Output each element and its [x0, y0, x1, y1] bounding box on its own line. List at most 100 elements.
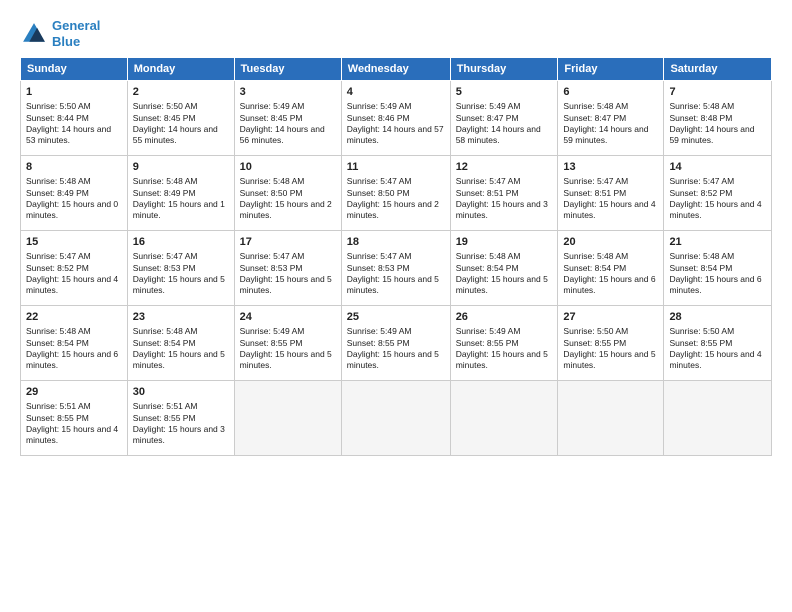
day-info: Sunrise: 5:49 AMSunset: 8:55 PMDaylight:… [240, 326, 336, 372]
logo-icon [20, 20, 48, 48]
day-number: 3 [240, 85, 336, 100]
table-row: 4Sunrise: 5:49 AMSunset: 8:46 PMDaylight… [341, 81, 450, 156]
day-info: Sunrise: 5:47 AMSunset: 8:51 PMDaylight:… [563, 176, 658, 222]
day-info: Sunrise: 5:47 AMSunset: 8:53 PMDaylight:… [133, 251, 229, 297]
table-row: 30Sunrise: 5:51 AMSunset: 8:55 PMDayligh… [127, 381, 234, 456]
calendar-row: 29Sunrise: 5:51 AMSunset: 8:55 PMDayligh… [21, 381, 772, 456]
day-number: 11 [347, 160, 445, 175]
day-info: Sunrise: 5:50 AMSunset: 8:55 PMDaylight:… [669, 326, 766, 372]
day-info: Sunrise: 5:48 AMSunset: 8:48 PMDaylight:… [669, 101, 766, 147]
table-row: 24Sunrise: 5:49 AMSunset: 8:55 PMDayligh… [234, 306, 341, 381]
day-info: Sunrise: 5:48 AMSunset: 8:49 PMDaylight:… [26, 176, 122, 222]
table-row: 3Sunrise: 5:49 AMSunset: 8:45 PMDaylight… [234, 81, 341, 156]
day-info: Sunrise: 5:48 AMSunset: 8:54 PMDaylight:… [26, 326, 122, 372]
table-row [558, 381, 664, 456]
col-wednesday: Wednesday [341, 58, 450, 81]
day-info: Sunrise: 5:49 AMSunset: 8:47 PMDaylight:… [456, 101, 553, 147]
day-info: Sunrise: 5:48 AMSunset: 8:54 PMDaylight:… [669, 251, 766, 297]
day-number: 7 [669, 85, 766, 100]
table-row: 6Sunrise: 5:48 AMSunset: 8:47 PMDaylight… [558, 81, 664, 156]
table-row: 12Sunrise: 5:47 AMSunset: 8:51 PMDayligh… [450, 156, 558, 231]
table-row: 9Sunrise: 5:48 AMSunset: 8:49 PMDaylight… [127, 156, 234, 231]
col-tuesday: Tuesday [234, 58, 341, 81]
table-row: 2Sunrise: 5:50 AMSunset: 8:45 PMDaylight… [127, 81, 234, 156]
day-number: 25 [347, 310, 445, 325]
day-number: 20 [563, 235, 658, 250]
day-info: Sunrise: 5:48 AMSunset: 8:54 PMDaylight:… [456, 251, 553, 297]
logo-line1: General [52, 18, 100, 33]
table-row: 19Sunrise: 5:48 AMSunset: 8:54 PMDayligh… [450, 231, 558, 306]
calendar-row: 8Sunrise: 5:48 AMSunset: 8:49 PMDaylight… [21, 156, 772, 231]
logo: General Blue [20, 18, 100, 49]
table-row [234, 381, 341, 456]
table-row: 22Sunrise: 5:48 AMSunset: 8:54 PMDayligh… [21, 306, 128, 381]
day-number: 30 [133, 385, 229, 400]
table-row [341, 381, 450, 456]
day-number: 17 [240, 235, 336, 250]
table-row: 18Sunrise: 5:47 AMSunset: 8:53 PMDayligh… [341, 231, 450, 306]
table-row: 26Sunrise: 5:49 AMSunset: 8:55 PMDayligh… [450, 306, 558, 381]
day-number: 29 [26, 385, 122, 400]
day-number: 4 [347, 85, 445, 100]
table-row: 14Sunrise: 5:47 AMSunset: 8:52 PMDayligh… [664, 156, 772, 231]
table-row: 28Sunrise: 5:50 AMSunset: 8:55 PMDayligh… [664, 306, 772, 381]
table-row: 16Sunrise: 5:47 AMSunset: 8:53 PMDayligh… [127, 231, 234, 306]
table-row: 13Sunrise: 5:47 AMSunset: 8:51 PMDayligh… [558, 156, 664, 231]
day-info: Sunrise: 5:47 AMSunset: 8:50 PMDaylight:… [347, 176, 445, 222]
calendar-table: Sunday Monday Tuesday Wednesday Thursday… [20, 57, 772, 456]
day-number: 18 [347, 235, 445, 250]
table-row [664, 381, 772, 456]
day-info: Sunrise: 5:50 AMSunset: 8:55 PMDaylight:… [563, 326, 658, 372]
day-info: Sunrise: 5:49 AMSunset: 8:55 PMDaylight:… [347, 326, 445, 372]
col-monday: Monday [127, 58, 234, 81]
day-number: 6 [563, 85, 658, 100]
day-info: Sunrise: 5:50 AMSunset: 8:44 PMDaylight:… [26, 101, 122, 147]
table-row: 23Sunrise: 5:48 AMSunset: 8:54 PMDayligh… [127, 306, 234, 381]
table-row: 8Sunrise: 5:48 AMSunset: 8:49 PMDaylight… [21, 156, 128, 231]
table-row: 10Sunrise: 5:48 AMSunset: 8:50 PMDayligh… [234, 156, 341, 231]
table-row: 20Sunrise: 5:48 AMSunset: 8:54 PMDayligh… [558, 231, 664, 306]
day-number: 19 [456, 235, 553, 250]
table-row: 21Sunrise: 5:48 AMSunset: 8:54 PMDayligh… [664, 231, 772, 306]
calendar-page: General Blue Sunday Monday Tuesday Wedne… [0, 0, 792, 612]
table-row: 7Sunrise: 5:48 AMSunset: 8:48 PMDaylight… [664, 81, 772, 156]
col-saturday: Saturday [664, 58, 772, 81]
calendar-row: 22Sunrise: 5:48 AMSunset: 8:54 PMDayligh… [21, 306, 772, 381]
day-info: Sunrise: 5:47 AMSunset: 8:53 PMDaylight:… [240, 251, 336, 297]
day-info: Sunrise: 5:48 AMSunset: 8:50 PMDaylight:… [240, 176, 336, 222]
day-info: Sunrise: 5:47 AMSunset: 8:53 PMDaylight:… [347, 251, 445, 297]
day-number: 24 [240, 310, 336, 325]
day-info: Sunrise: 5:48 AMSunset: 8:54 PMDaylight:… [133, 326, 229, 372]
day-number: 21 [669, 235, 766, 250]
day-info: Sunrise: 5:49 AMSunset: 8:55 PMDaylight:… [456, 326, 553, 372]
table-row: 11Sunrise: 5:47 AMSunset: 8:50 PMDayligh… [341, 156, 450, 231]
day-number: 16 [133, 235, 229, 250]
table-row: 27Sunrise: 5:50 AMSunset: 8:55 PMDayligh… [558, 306, 664, 381]
day-number: 2 [133, 85, 229, 100]
day-info: Sunrise: 5:49 AMSunset: 8:45 PMDaylight:… [240, 101, 336, 147]
day-number: 23 [133, 310, 229, 325]
day-number: 12 [456, 160, 553, 175]
day-number: 13 [563, 160, 658, 175]
day-info: Sunrise: 5:51 AMSunset: 8:55 PMDaylight:… [133, 401, 229, 447]
calendar-row: 1Sunrise: 5:50 AMSunset: 8:44 PMDaylight… [21, 81, 772, 156]
logo-line2: Blue [52, 34, 80, 49]
day-info: Sunrise: 5:49 AMSunset: 8:46 PMDaylight:… [347, 101, 445, 147]
day-info: Sunrise: 5:47 AMSunset: 8:52 PMDaylight:… [26, 251, 122, 297]
day-number: 22 [26, 310, 122, 325]
col-sunday: Sunday [21, 58, 128, 81]
day-info: Sunrise: 5:48 AMSunset: 8:54 PMDaylight:… [563, 251, 658, 297]
day-number: 9 [133, 160, 229, 175]
table-row [450, 381, 558, 456]
day-number: 8 [26, 160, 122, 175]
day-info: Sunrise: 5:51 AMSunset: 8:55 PMDaylight:… [26, 401, 122, 447]
table-row: 1Sunrise: 5:50 AMSunset: 8:44 PMDaylight… [21, 81, 128, 156]
logo-text: General Blue [52, 18, 100, 49]
table-row: 5Sunrise: 5:49 AMSunset: 8:47 PMDaylight… [450, 81, 558, 156]
day-info: Sunrise: 5:48 AMSunset: 8:47 PMDaylight:… [563, 101, 658, 147]
day-number: 27 [563, 310, 658, 325]
day-number: 15 [26, 235, 122, 250]
day-info: Sunrise: 5:47 AMSunset: 8:52 PMDaylight:… [669, 176, 766, 222]
calendar-header-row: Sunday Monday Tuesday Wednesday Thursday… [21, 58, 772, 81]
day-number: 5 [456, 85, 553, 100]
